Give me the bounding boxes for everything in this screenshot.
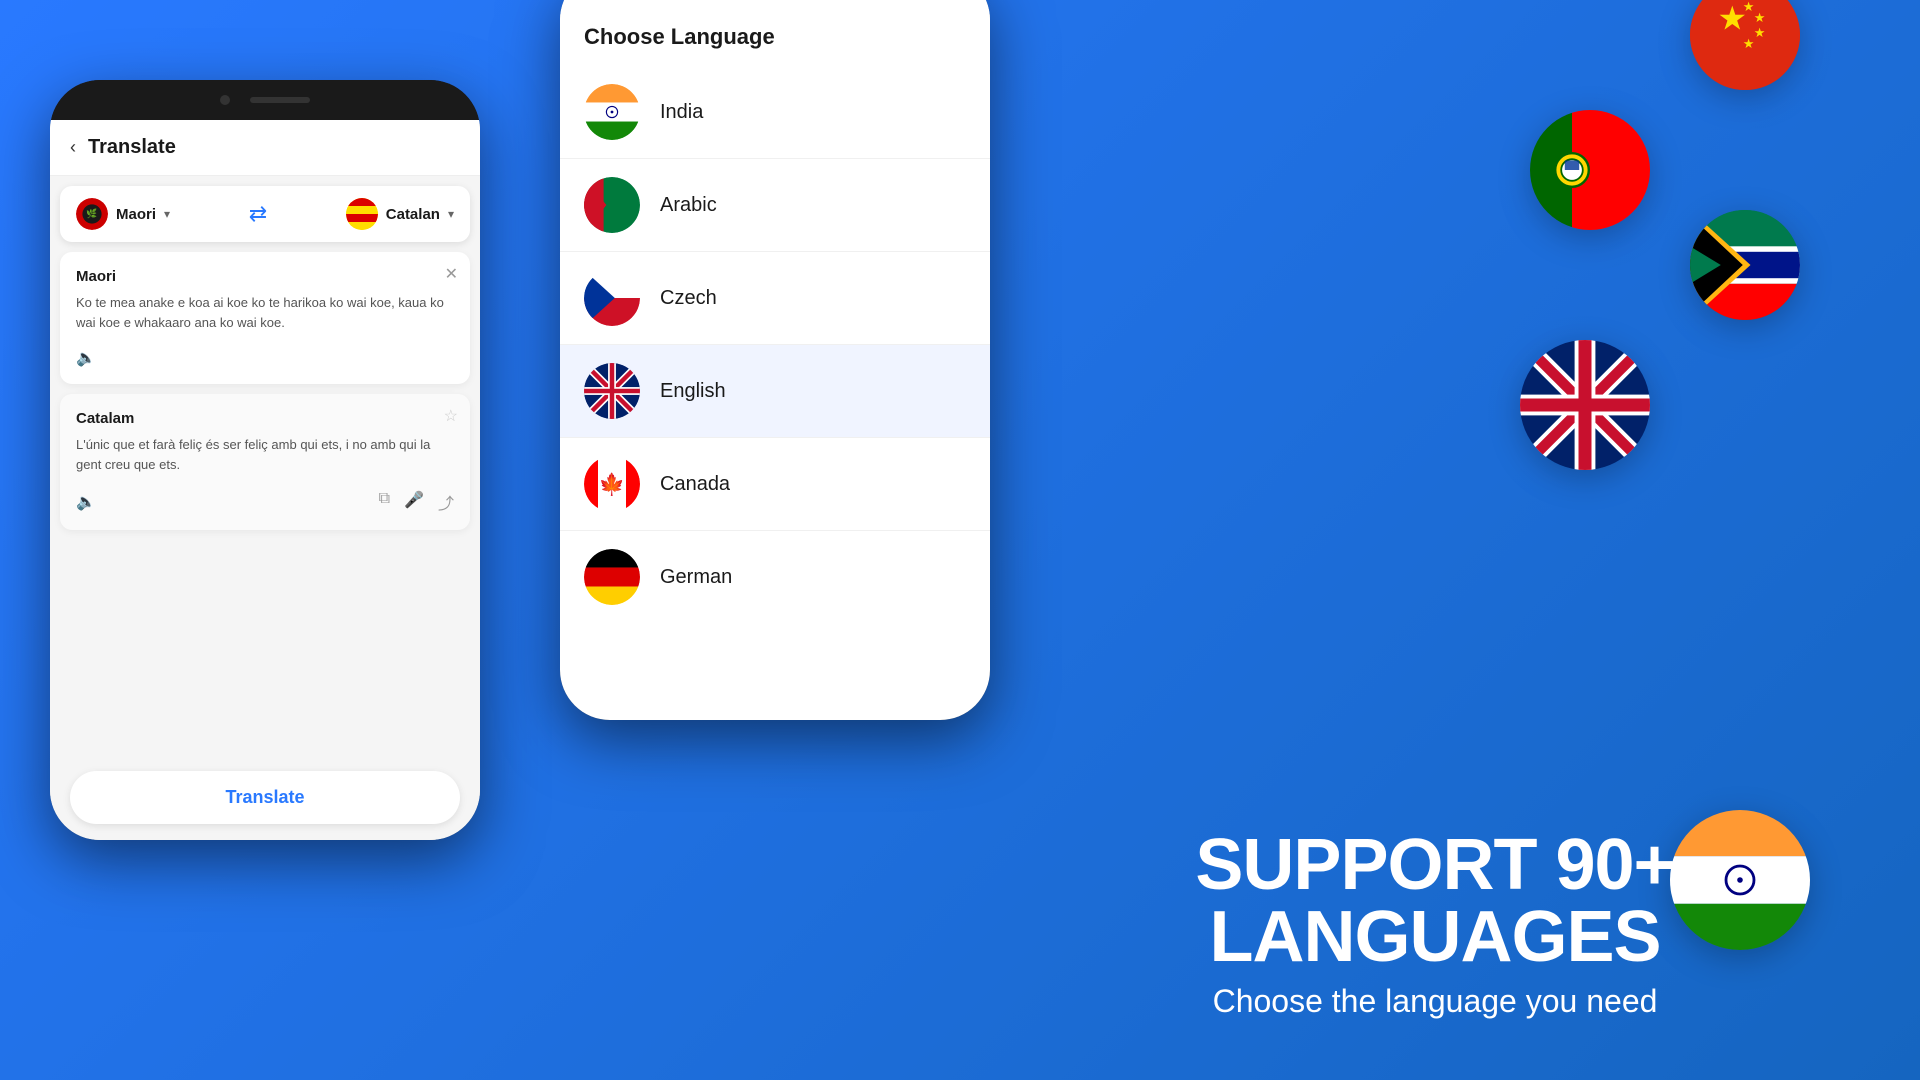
target-lang-selector[interactable]: Catalan ▾ — [346, 198, 454, 230]
target-lang-name: Catalan — [386, 206, 440, 223]
camera-left — [220, 95, 230, 105]
translate-header: ‹ Translate — [50, 120, 480, 176]
flag-german — [584, 549, 640, 605]
list-item-english[interactable]: English — [560, 345, 990, 438]
list-item-canada[interactable]: 🍁 Canada — [560, 438, 990, 531]
support-title: SUPPORT 90+ LANGUAGES — [1050, 829, 1820, 973]
list-item-german[interactable]: German — [560, 531, 990, 623]
back-arrow[interactable]: ‹ — [70, 137, 76, 158]
mic-icon[interactable]: 🎤 — [404, 490, 424, 514]
target-card-star[interactable]: ☆ — [444, 406, 458, 426]
svg-text:★: ★ — [1754, 10, 1766, 25]
target-volume-icon[interactable]: 🔈 — [76, 492, 96, 512]
source-card-close[interactable]: ✕ — [445, 264, 458, 284]
source-card-footer: 🔈 — [76, 348, 454, 368]
source-lang-name: Maori — [116, 206, 156, 223]
source-lang-flag: 🌿 — [76, 198, 108, 230]
support-section: SUPPORT 90+ LANGUAGES Choose the languag… — [1050, 829, 1820, 1020]
support-subtitle: Choose the language you need — [1050, 983, 1820, 1020]
language-list: India Arabic — [560, 66, 990, 720]
svg-text:★: ★ — [1754, 25, 1766, 40]
list-item-india[interactable]: India — [560, 66, 990, 159]
source-translation-card: Maori Ko te mea anake e koa ai koe ko te… — [60, 252, 470, 384]
phone-right: Choose Language In — [560, 0, 990, 720]
choose-language-header: Choose Language — [560, 0, 990, 66]
flag-sa-circle — [1690, 210, 1800, 320]
lang-german-name: German — [660, 566, 732, 589]
source-lang-selector[interactable]: 🌿 Maori ▾ — [76, 198, 170, 230]
screen-left: ‹ Translate 🌿 Maori ▾ ⇄ — [50, 120, 480, 840]
app-title: Translate — [88, 136, 176, 159]
lang-selector-bar[interactable]: 🌿 Maori ▾ ⇄ — [60, 186, 470, 242]
source-card-text: Ko te mea anake e koa ai koe ko te harik… — [76, 293, 454, 332]
source-volume-icon[interactable]: 🔈 — [76, 348, 96, 368]
share-icon[interactable]: ⤴ — [438, 490, 454, 514]
target-lang-flag — [346, 198, 378, 230]
target-card-lang: Catalam — [76, 410, 454, 427]
source-lang-arrow: ▾ — [164, 207, 170, 221]
lang-canada-name: Canada — [660, 473, 730, 496]
flag-arabic — [584, 177, 640, 233]
flag-uk-circle — [1520, 340, 1650, 470]
screen-right: Choose Language In — [560, 0, 990, 720]
flag-india — [584, 84, 640, 140]
phone-notch-left — [50, 80, 480, 120]
list-item-czech[interactable]: Czech — [560, 252, 990, 345]
translate-button[interactable]: Translate — [70, 771, 460, 824]
flag-czech — [584, 270, 640, 326]
flag-english — [584, 363, 640, 419]
phone-left: ‹ Translate 🌿 Maori ▾ ⇄ — [50, 80, 480, 840]
svg-text:★: ★ — [1743, 36, 1755, 51]
lang-czech-name: Czech — [660, 287, 717, 310]
speaker-left — [250, 97, 310, 103]
translate-btn-container: Translate — [50, 755, 480, 840]
swap-languages-icon[interactable]: ⇄ — [249, 201, 267, 227]
lang-india-name: India — [660, 101, 703, 124]
target-translation-card: Catalam L'únic que et farà feliç és ser … — [60, 394, 470, 530]
svg-text:🌿: 🌿 — [86, 208, 97, 219]
list-item-arabic[interactable]: Arabic — [560, 159, 990, 252]
svg-text:🍁: 🍁 — [599, 471, 625, 496]
flag-canada: 🍁 — [584, 456, 640, 512]
flag-portugal-circle — [1530, 110, 1650, 230]
target-lang-arrow: ▾ — [448, 207, 454, 221]
target-card-footer: 🔈 ⧉ 🎤 ⤴ — [76, 490, 454, 514]
target-card-text: L'únic que et farà feliç és ser feliç am… — [76, 435, 454, 474]
copy-icon[interactable]: ⧉ — [379, 490, 390, 514]
lang-arabic-name: Arabic — [660, 194, 717, 217]
source-card-lang: Maori — [76, 268, 454, 285]
lang-english-name: English — [660, 380, 726, 403]
